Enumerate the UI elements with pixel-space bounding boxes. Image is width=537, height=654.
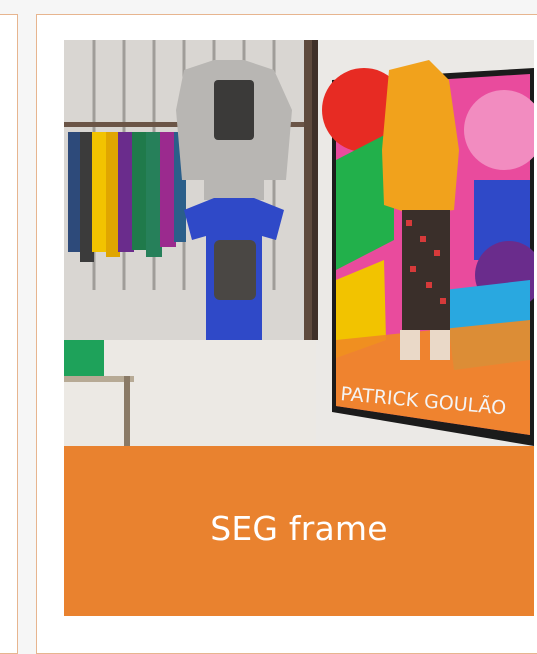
caption-bar[interactable]: SEG frame <box>64 446 534 616</box>
store-scene-illustration: PATRICK GOULÃO <box>64 40 534 446</box>
adjacent-card-edge <box>0 14 18 654</box>
caption-label: SEG frame <box>210 508 388 548</box>
product-image[interactable]: PATRICK GOULÃO <box>64 40 534 446</box>
